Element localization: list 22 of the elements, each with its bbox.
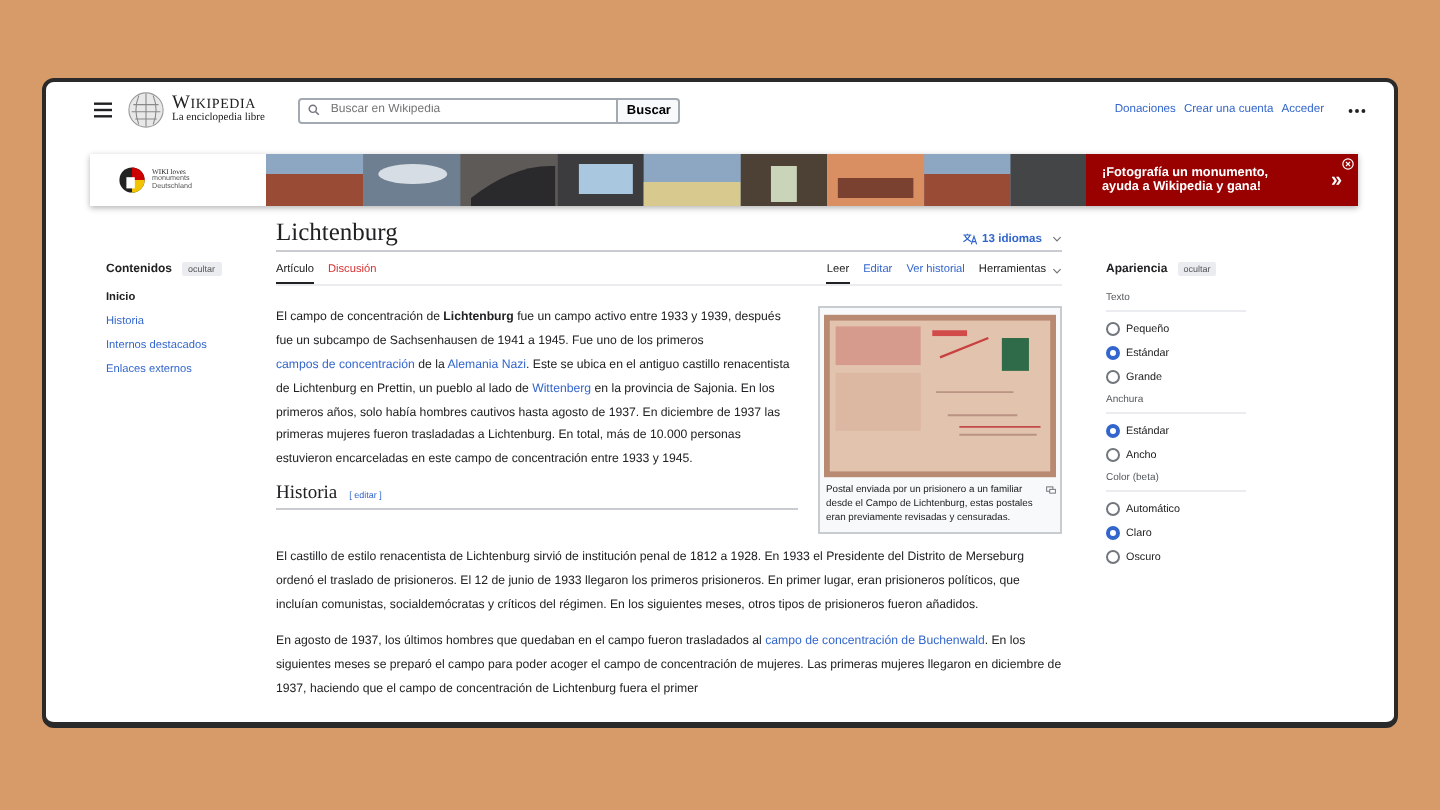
radio-button[interactable] [1106,526,1120,540]
radio-button[interactable] [1106,448,1120,462]
radio-button[interactable] [1106,346,1120,360]
radio-button[interactable] [1106,502,1120,516]
banner-arrow[interactable]: » [1330,169,1342,191]
radio-button[interactable] [1106,424,1120,438]
caret-icon [1052,236,1062,242]
page-title: Lichtenburg [276,218,398,250]
menu-icon[interactable] [94,102,112,118]
enlarge-icon[interactable] [1046,486,1056,494]
monument-logo-icon [118,166,146,194]
search-icon [308,104,321,116]
translate-icon [962,232,979,246]
radio-button[interactable] [1106,370,1120,384]
radio-button[interactable] [1106,550,1120,564]
caret-icon [1052,267,1062,273]
wikipedia-wordmark[interactable]: Wikipedia [172,95,265,114]
radio-button[interactable] [1106,322,1120,336]
section-heading: Historia [276,484,338,509]
more-icon[interactable] [1348,107,1366,113]
close-icon[interactable] [1342,158,1354,170]
globe-logo-icon[interactable] [128,92,164,128]
